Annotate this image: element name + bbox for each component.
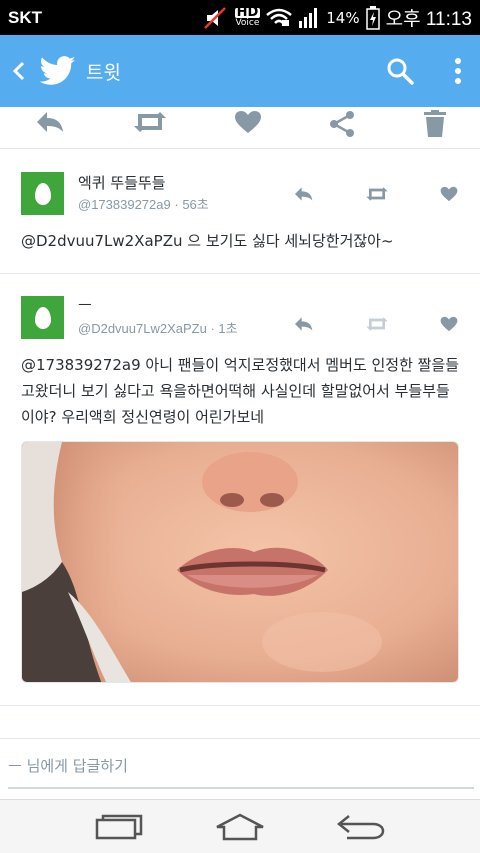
- main-tweet-actions: [0, 107, 480, 149]
- clock: 오후 11:13: [385, 9, 472, 30]
- reply-input[interactable]: ㅡ 님에게 답글하기: [8, 755, 474, 789]
- back-arrow-icon: [12, 61, 25, 81]
- recent-apps-icon[interactable]: [95, 814, 143, 840]
- avatar[interactable]: [21, 296, 64, 339]
- avatar[interactable]: [21, 172, 64, 215]
- page-title: 트윗: [86, 61, 121, 84]
- wifi-icon: [266, 8, 293, 26]
- back-button[interactable]: [4, 60, 34, 82]
- retweet-icon[interactable]: [364, 186, 390, 202]
- reply-icon[interactable]: [292, 186, 314, 202]
- heart-icon[interactable]: [234, 110, 262, 134]
- signal-icon: [299, 7, 318, 28]
- carrier-label: SKT: [8, 7, 42, 27]
- twitter-bird-icon: [40, 56, 76, 85]
- tweet-text: @D2dvuu7Lw2XaPZu 으 보기도 싫다 세뇌당한거잖아~: [21, 232, 394, 250]
- meta-separator: ·: [174, 197, 179, 212]
- app-bar: 트윗: [0, 35, 480, 107]
- back-nav-icon[interactable]: [336, 814, 385, 840]
- reply-placeholder: ㅡ 님에게 답글하기: [8, 757, 128, 775]
- tweet-photo[interactable]: [21, 441, 459, 683]
- hd-voice-icon: HD Voice: [234, 4, 261, 28]
- tweet-author-name[interactable]: 엑퀴 뚜들뚜들: [78, 172, 166, 193]
- meta-separator: ·: [210, 321, 215, 336]
- tweet-time: 56초: [182, 197, 209, 212]
- egg-avatar-icon: [34, 182, 51, 205]
- retweet-icon[interactable]: [364, 316, 390, 332]
- status-icons: HD Voice 14% 오후 11:13: [203, 4, 472, 31]
- tweet-time: 1초: [218, 321, 238, 336]
- retweet-icon[interactable]: [132, 110, 168, 134]
- photo-face-closeup: [22, 442, 458, 682]
- battery-charging-icon: [365, 5, 380, 30]
- tweet-item[interactable]: 엑퀴 뚜들뚜들 @173839272a9 · 56초 @D2dvuu7Lw2Xa…: [0, 150, 480, 274]
- tweet-meta: @173839272a9 · 56초: [78, 194, 209, 213]
- heart-icon[interactable]: [440, 316, 458, 332]
- search-icon[interactable]: [386, 57, 414, 85]
- status-bar: SKT HD Voice 14% 오후 11:13: [0, 0, 480, 35]
- mute-icon: [203, 6, 226, 29]
- reply-icon[interactable]: [33, 110, 65, 134]
- tweet-handle[interactable]: @173839272a9: [78, 197, 171, 212]
- heart-icon[interactable]: [440, 186, 458, 202]
- divider: [0, 738, 480, 739]
- tweet-text: @173839272a9 아니 팬들이 억지로정했대서 멤버도 인정한 짤을들고…: [21, 356, 460, 426]
- share-icon[interactable]: [328, 110, 356, 137]
- tweet-handle[interactable]: @D2dvuu7Lw2XaPZu: [78, 321, 207, 336]
- reply-icon[interactable]: [292, 316, 314, 332]
- system-nav-bar: [0, 799, 480, 853]
- trash-icon[interactable]: [423, 109, 447, 138]
- tweet-item[interactable]: ㅡ @D2dvuu7Lw2XaPZu · 1초 @173839272a9 아니 …: [0, 274, 480, 706]
- egg-avatar-icon: [34, 306, 51, 329]
- home-icon[interactable]: [214, 813, 266, 841]
- overflow-menu-icon[interactable]: [454, 57, 462, 85]
- battery-percent: 14%: [326, 8, 360, 27]
- tweet-meta: @D2dvuu7Lw2XaPZu · 1초: [78, 318, 238, 337]
- tweet-author-name[interactable]: ㅡ: [78, 294, 92, 315]
